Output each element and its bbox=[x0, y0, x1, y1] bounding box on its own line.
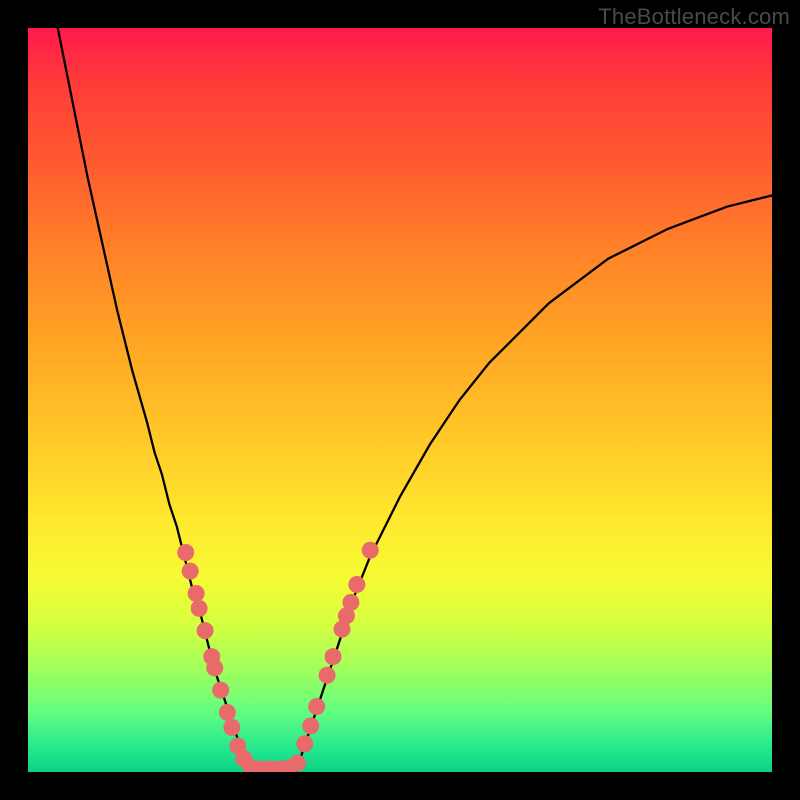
marker-dot bbox=[342, 594, 359, 611]
marker-dot bbox=[348, 576, 365, 593]
marker-dot bbox=[289, 755, 306, 772]
marker-dots bbox=[177, 542, 379, 772]
marker-dot bbox=[362, 542, 379, 559]
marker-dot bbox=[325, 648, 342, 665]
marker-dot bbox=[308, 698, 325, 715]
marker-dot bbox=[197, 622, 214, 639]
marker-dot bbox=[188, 585, 205, 602]
right-branch-path bbox=[296, 195, 772, 772]
marker-dot bbox=[206, 659, 223, 676]
marker-dot bbox=[191, 600, 208, 617]
marker-dot bbox=[296, 735, 313, 752]
marker-dot bbox=[177, 544, 194, 561]
plot-area bbox=[28, 28, 772, 772]
marker-dot bbox=[223, 719, 240, 736]
marker-dot bbox=[302, 717, 319, 734]
marker-dot bbox=[212, 682, 229, 699]
chart-frame: TheBottleneck.com bbox=[0, 0, 800, 800]
left-branch-path bbox=[58, 28, 251, 772]
marker-dot bbox=[319, 667, 336, 684]
curve-layer bbox=[28, 28, 772, 772]
marker-dot bbox=[182, 563, 199, 580]
marker-dot bbox=[219, 704, 236, 721]
watermark-text: TheBottleneck.com bbox=[598, 4, 790, 30]
